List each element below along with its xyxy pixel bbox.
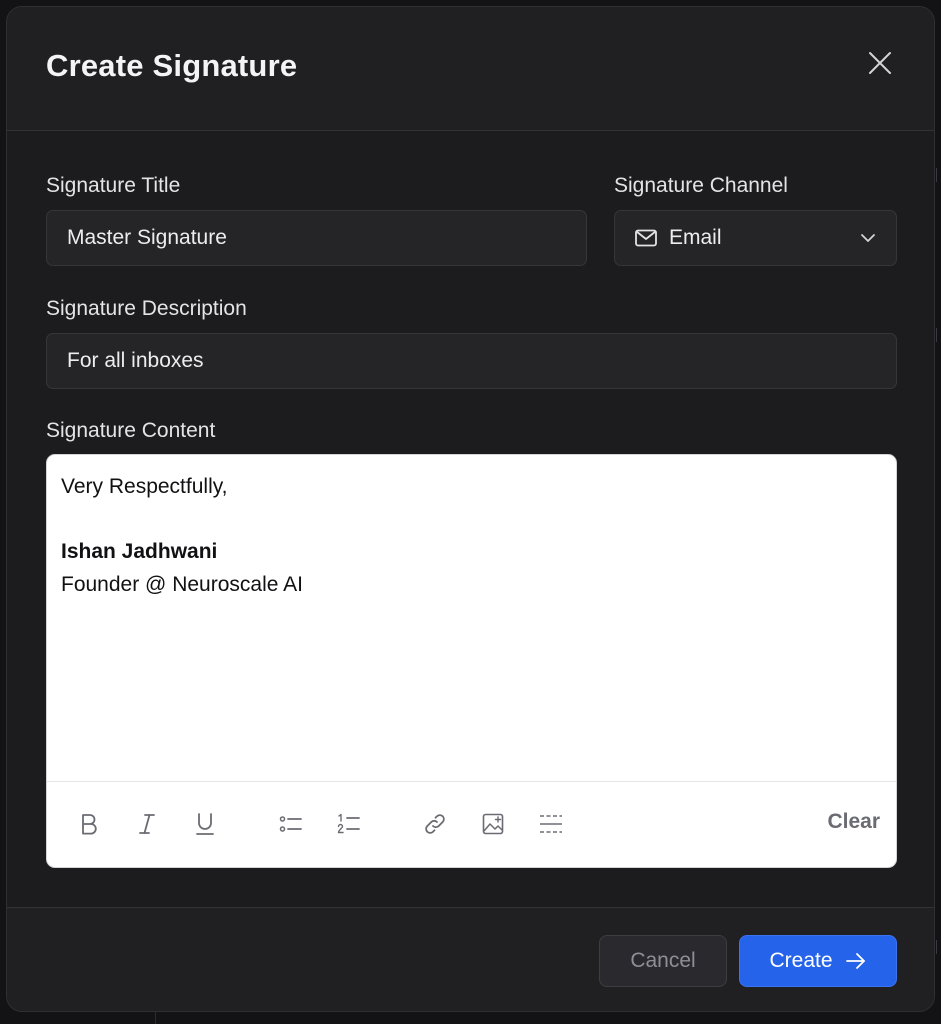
backdrop-divider bbox=[155, 1012, 156, 1024]
mail-icon bbox=[635, 229, 657, 247]
close-icon bbox=[869, 52, 891, 74]
editor-toolbar: Clear bbox=[47, 781, 896, 867]
signature-content-label: Signature Content bbox=[46, 419, 216, 442]
image-icon bbox=[482, 813, 504, 835]
signature-description-label: Signature Description bbox=[46, 297, 247, 320]
close-button[interactable] bbox=[862, 45, 898, 81]
image-button[interactable] bbox=[477, 808, 509, 840]
cancel-button[interactable]: Cancel bbox=[599, 935, 727, 987]
dialog-header: Create Signature bbox=[7, 7, 934, 131]
numbered-list-button[interactable] bbox=[333, 808, 365, 840]
cancel-button-label: Cancel bbox=[630, 949, 696, 972]
signature-title-input[interactable]: Master Signature bbox=[46, 210, 587, 266]
link-icon bbox=[425, 814, 445, 834]
signature-channel-select[interactable]: Email bbox=[614, 210, 897, 266]
signature-content-editor[interactable]: Very Respectfully, Ishan Jadhwani Founde… bbox=[46, 454, 897, 868]
divider-button[interactable] bbox=[535, 808, 567, 840]
editor-content[interactable]: Very Respectfully, Ishan Jadhwani Founde… bbox=[61, 471, 882, 601]
backdrop-tick bbox=[936, 940, 941, 954]
link-button[interactable] bbox=[419, 808, 451, 840]
bullet-list-icon bbox=[279, 816, 302, 832]
backdrop-tick bbox=[936, 168, 941, 182]
create-button[interactable]: Create bbox=[739, 935, 897, 987]
signature-description-value: For all inboxes bbox=[67, 349, 204, 372]
dialog-footer: Cancel Create bbox=[7, 907, 934, 1011]
chevron-down-icon bbox=[861, 234, 875, 242]
signature-description-input[interactable]: For all inboxes bbox=[46, 333, 897, 389]
create-button-label: Create bbox=[769, 949, 833, 972]
backdrop-tick bbox=[936, 328, 941, 342]
signature-title-label: Signature Title bbox=[46, 174, 181, 197]
bold-icon bbox=[82, 814, 97, 835]
editor-line: Founder @ Neuroscale AI bbox=[61, 572, 303, 596]
italic-button[interactable] bbox=[131, 808, 163, 840]
italic-icon bbox=[139, 814, 155, 834]
underline-icon bbox=[196, 813, 214, 835]
editor-line-name: Ishan Jadhwani bbox=[61, 540, 218, 563]
editor-line: Very Respectfully, bbox=[61, 475, 228, 498]
bold-button[interactable] bbox=[73, 808, 105, 840]
signature-channel-label: Signature Channel bbox=[614, 174, 788, 197]
create-signature-dialog: Create Signature Signature Title Master … bbox=[6, 6, 935, 1012]
clear-button[interactable]: Clear bbox=[827, 810, 880, 834]
divider-icon bbox=[540, 815, 562, 833]
arrow-right-icon bbox=[845, 953, 865, 969]
signature-channel-value: Email bbox=[669, 226, 722, 249]
dialog-title: Create Signature bbox=[46, 48, 298, 83]
underline-button[interactable] bbox=[189, 808, 221, 840]
numbered-list-icon bbox=[337, 813, 360, 834]
bullet-list-button[interactable] bbox=[275, 808, 307, 840]
signature-title-value: Master Signature bbox=[67, 226, 227, 249]
